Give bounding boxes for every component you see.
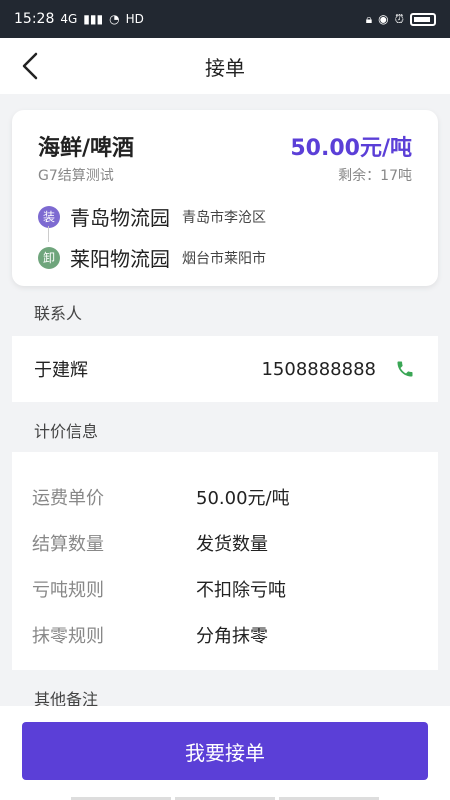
pricing-label: 运费单价 [32,488,104,509]
goods-name: 海鲜/啤酒 [38,136,135,161]
unload-location: 卸 莱阳物流园 烟台市莱阳市 [38,243,266,272]
pricing-value: 分角抹零 [196,626,268,647]
pricing-label: 亏吨规则 [32,580,104,601]
pricing-label: 结算数量 [32,534,104,555]
unload-place: 莱阳物流园 [70,247,170,271]
hd-label: HD [125,12,144,26]
pricing-label: 抹零规则 [32,626,104,647]
battery-icon [410,12,436,26]
unload-city: 烟台市莱阳市 [182,250,266,267]
pricing-panel: 运费单价 50.00元/吨 结算数量 发货数量 亏吨规则 不扣除亏吨 抹零规则 … [12,452,438,670]
call-button[interactable] [394,358,416,380]
order-subtitle: G7结算测试 [38,168,114,184]
pricing-value: 发货数量 [196,534,268,555]
pricing-row: 亏吨规则 不扣除亏吨 [12,566,438,612]
unit-price: 50.00元/吨 [290,136,412,161]
bottom-action-bar: 我要接单 [0,706,450,800]
accept-order-button[interactable]: 我要接单 [22,722,428,780]
unload-badge: 卸 [38,246,60,269]
pricing-row: 抹零规则 分角抹零 [12,612,438,658]
page-title: 接单 [205,55,245,80]
location-icon: ◉ [378,12,389,26]
pricing-section-title: 计价信息 [34,422,99,441]
status-bar: 15:28 4G ▮▮▮ ◔ HD 🔒︎ ◉ ⏰︎ [0,0,450,38]
contact-section-title: 联系人 [34,304,83,323]
load-badge: 装 [38,205,60,228]
lock-icon: 🔒︎ [365,11,373,26]
chevron-left-icon [22,52,38,80]
pricing-row: 结算数量 发货数量 [12,520,438,566]
remaining-amount: 剩余：17吨 [338,168,412,184]
contact-row: 于建辉 1508888888 [12,336,438,402]
load-place: 青岛物流园 [70,206,170,230]
load-location: 装 青岛物流园 青岛市李沧区 [38,202,266,231]
pricing-value: 50.00元/吨 [196,488,290,509]
alarm-icon: ⏰︎ [394,11,404,26]
pricing-row: 运费单价 50.00元/吨 [12,474,438,520]
signal-icon: ▮▮▮ [83,12,104,26]
contact-name: 于建辉 [34,360,88,381]
contact-phone: 1508888888 [261,358,376,380]
pricing-value: 不扣除亏吨 [196,580,286,601]
order-card: 海鲜/啤酒 50.00元/吨 G7结算测试 剩余：17吨 装 青岛物流园 青岛市… [12,110,438,286]
home-indicator [0,794,450,800]
phone-icon [397,361,413,377]
back-button[interactable] [14,50,46,82]
wifi-icon: ◔ [109,12,120,26]
route-connector [48,226,49,242]
network-label: 4G [60,12,78,26]
load-city: 青岛市李沧区 [182,209,266,226]
header: 接单 [0,38,450,94]
status-time: 15:28 [14,11,55,27]
